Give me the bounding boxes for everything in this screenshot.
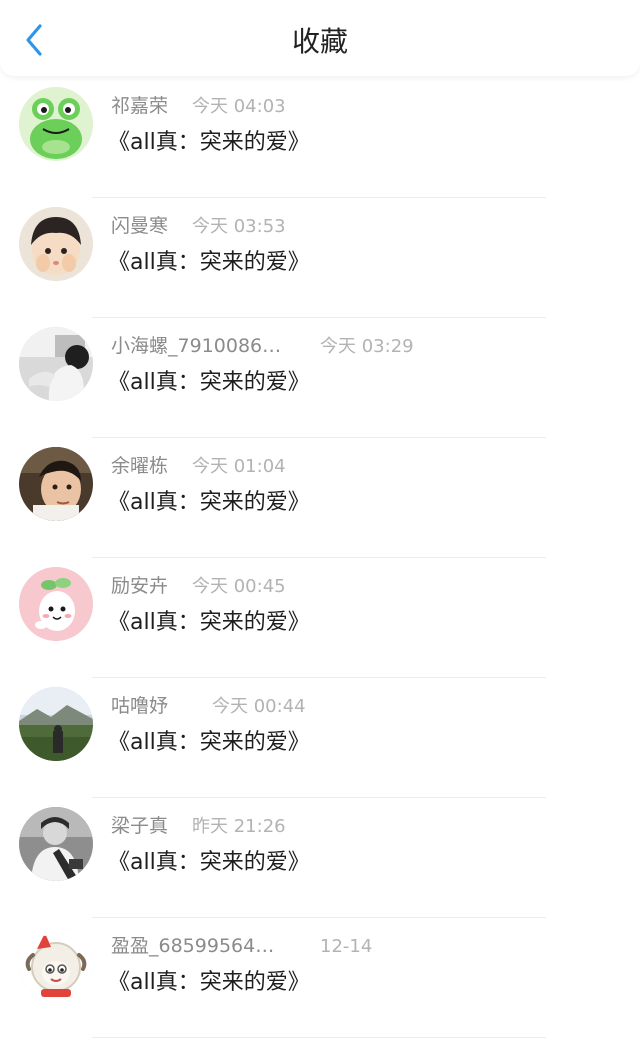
user-name: 励安卉 [111,575,169,597]
list-item[interactable]: 小海螺_7910086… 今天 03:29 《all真：突来的爱》 [0,318,640,438]
timestamp: 昨天 21:26 [192,816,286,837]
work-title: 《all真：突来的爱》 [108,850,310,875]
work-title: 《all真：突来的爱》 [108,730,310,755]
list-item[interactable]: 咕噜妤 今天 00:44 《all真：突来的爱》 [0,678,640,798]
user-name: 闪曼寒 [111,215,169,237]
user-name: 梁子真 [111,815,169,837]
timestamp: 12-14 [320,936,373,957]
work-title: 《all真：突来的爱》 [108,970,310,995]
frog-avatar-icon[interactable] [19,87,93,161]
work-title: 《all真：突来的爱》 [108,130,310,155]
photo-person-avatar-icon[interactable] [19,327,93,401]
work-title: 《all真：突来的爱》 [108,250,310,275]
list-item[interactable]: 励安卉 今天 00:45 《all真：突来的爱》 [0,558,640,678]
sheep-cartoon-avatar-icon[interactable] [19,927,93,1001]
page-title: 收藏 [291,25,348,58]
user-name: 咕噜妤 [111,695,169,717]
work-title: 《all真：突来的爱》 [108,610,310,635]
list-item[interactable]: 余曜栋 今天 01:04 《all真：突来的爱》 [0,438,640,558]
favorites-list: 祁嘉荣 今天 04:03 《all真：突来的爱》 闪曼寒 今天 03:53 《a… [0,78,640,1038]
list-item[interactable]: 闪曼寒 今天 03:53 《all真：突来的爱》 [0,198,640,318]
anime-boy-avatar-icon[interactable] [19,207,93,281]
timestamp: 今天 03:29 [320,336,414,357]
user-name: 祁嘉荣 [111,95,169,117]
timestamp: 今天 00:44 [212,696,306,717]
bw-photo-avatar-icon[interactable] [19,807,93,881]
sprout-mascot-avatar-icon[interactable] [19,567,93,641]
user-name: 小海螺_7910086… [111,335,282,357]
list-item[interactable]: 盈盈_68599564… 12-14 《all真：突来的爱》 [0,918,640,1038]
user-name: 盈盈_68599564… [111,935,275,957]
list-item[interactable]: 梁子真 昨天 21:26 《all真：突来的爱》 [0,798,640,918]
user-name: 余曜栋 [111,455,169,477]
timestamp: 今天 01:04 [192,456,286,477]
timestamp: 今天 00:45 [192,576,286,597]
work-title: 《all真：突来的爱》 [108,490,310,515]
timestamp: 今天 04:03 [192,96,286,117]
portrait-avatar-icon[interactable] [19,447,93,521]
landscape-avatar-icon[interactable] [19,687,93,761]
list-item[interactable]: 祁嘉荣 今天 04:03 《all真：突来的爱》 [0,78,640,198]
timestamp: 今天 03:53 [192,216,286,237]
work-title: 《all真：突来的爱》 [108,370,310,395]
top-nav-bar: 收藏 [0,0,640,76]
